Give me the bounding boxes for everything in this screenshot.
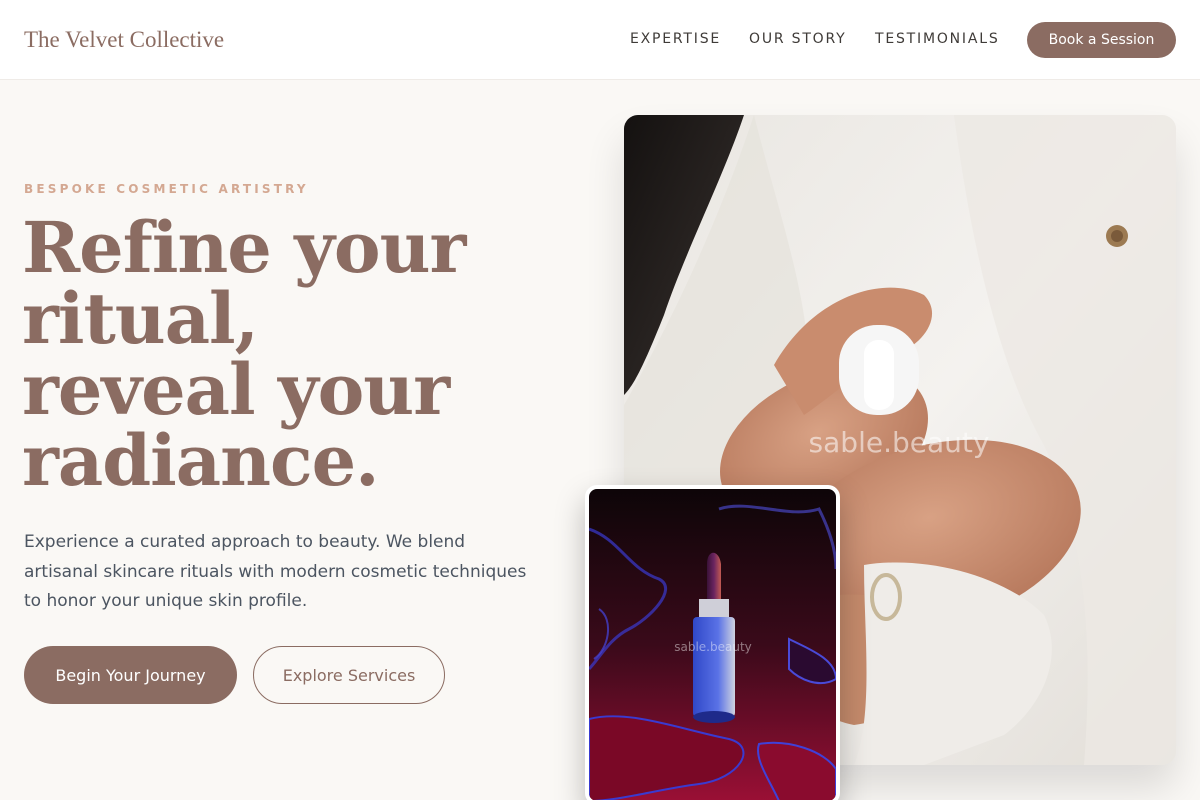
nav-link-expertise[interactable]: EXPERTISE: [630, 31, 721, 47]
headline-line-3: reveal your: [22, 348, 450, 431]
nav-link-our-story[interactable]: OUR STORY: [749, 31, 847, 47]
lipstick-image-watermark: sable.beauty: [674, 640, 752, 654]
nav-link-testimonials[interactable]: TESTIMONIALS: [875, 31, 1000, 47]
headline-line-4: radiance.: [22, 419, 380, 502]
brand-logo[interactable]: The Velvet Collective: [24, 27, 224, 53]
book-session-button[interactable]: Book a Session: [1027, 22, 1176, 58]
headline-line-2: ritual,: [22, 277, 259, 360]
headline-line-1: Refine your: [22, 206, 466, 289]
hero-eyebrow: BESPOKE COSMETIC ARTISTRY: [24, 182, 309, 196]
hero-description: Experience a curated approach to beauty.…: [24, 532, 527, 611]
main-image-watermark: sable.beauty: [809, 426, 990, 459]
lipstick-image: sable.beauty: [585, 485, 840, 800]
top-navigation: The Velvet Collective EXPERTISE OUR STOR…: [0, 0, 1200, 80]
explore-services-button[interactable]: Explore Services: [253, 646, 445, 704]
hero-headline: Refine your ritual, reveal your radiance…: [22, 212, 582, 496]
lipstick-photo: sable.beauty: [589, 489, 836, 800]
begin-journey-button[interactable]: Begin Your Journey: [24, 646, 237, 704]
